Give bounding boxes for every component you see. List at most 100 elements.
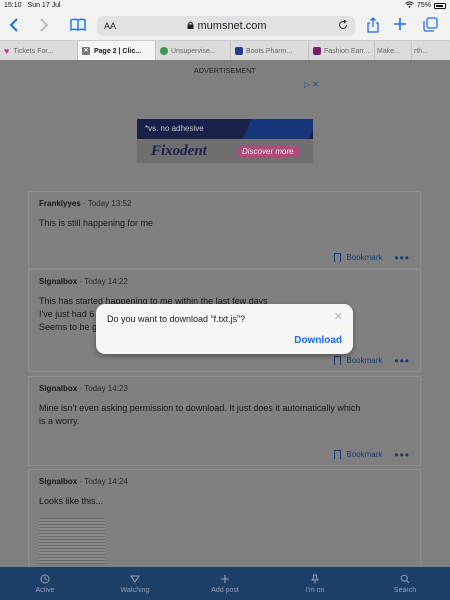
plus-icon [394, 18, 406, 30]
post-author[interactable]: Signalbox [39, 384, 77, 393]
tab-unsupervised[interactable]: Unsupervise... [156, 41, 231, 61]
wifi-icon [405, 1, 414, 10]
nav-active[interactable]: Active [15, 574, 75, 594]
attached-image-thumbnail[interactable] [39, 518, 105, 564]
bookmark-button[interactable]: Bookmark [334, 450, 382, 459]
post-actions: Bookmark ••• [334, 252, 410, 264]
reload-icon [338, 19, 348, 29]
more-options-button[interactable]: ••• [394, 252, 410, 264]
text-size-button[interactable]: AA [97, 21, 116, 31]
bookmark-label: Bookmark [346, 356, 383, 365]
post-line: Looks like this... [39, 496, 104, 506]
browser-toolbar: AA mumsnet.com [0, 11, 450, 40]
heart-icon: ♥ [4, 46, 10, 56]
tab-rth[interactable]: rth... [412, 41, 450, 61]
nav-label: I'm on [305, 586, 325, 594]
watch-icon [130, 574, 140, 587]
tab-label: Fashion Earr... [324, 47, 370, 55]
new-tab-button[interactable] [388, 17, 412, 34]
download-prompt-text: Do you want to download “f.txt.js”? [107, 314, 246, 324]
pin-icon [310, 574, 320, 587]
favicon-icon [313, 47, 321, 55]
post-time: Today 14:22 [84, 277, 128, 286]
nav-add-post[interactable]: Add post [195, 574, 255, 594]
post-line: is a worry. [39, 416, 80, 426]
tab-label: Tickets For... [13, 47, 54, 55]
bookmarks-button[interactable] [66, 18, 90, 34]
post-author[interactable]: Signalbox [39, 477, 77, 486]
address-domain: mumsnet.com [197, 20, 267, 32]
nav-label: Active [35, 586, 55, 594]
search-icon [400, 574, 410, 587]
address-text: mumsnet.com [116, 20, 338, 32]
bottom-navigation: Active Watching Add post I'm on Search [0, 567, 450, 600]
tab-label: Make... [377, 47, 400, 55]
reload-button[interactable] [338, 19, 355, 33]
back-button[interactable] [2, 18, 26, 35]
plus-icon [220, 574, 230, 587]
ad-stripe-accent [242, 119, 313, 139]
nav-label: Add post [211, 586, 239, 594]
tab-strip: ♥ Tickets For... ✕ Page 2 | Clic... Unsu… [0, 40, 450, 61]
nav-label: Search [393, 586, 417, 594]
download-button[interactable]: Download [294, 335, 342, 346]
post-header: Franklyyes · Today 13:52 [39, 199, 132, 208]
chevron-right-icon [40, 18, 49, 32]
post-header: Signalbox · Today 14:24 [39, 477, 128, 486]
favicon-icon [235, 47, 243, 55]
clock-icon [40, 574, 50, 587]
tab-make[interactable]: Make... [375, 41, 412, 61]
status-date: Sun 17 Jul [27, 2, 61, 9]
tab-label: rth... [414, 47, 429, 55]
tab-label: Boots Pharm... [246, 47, 293, 55]
post-actions: Bookmark ••• [334, 449, 410, 461]
ad-banner[interactable]: *vs. no adhesive Fixodent Discover more [137, 119, 313, 163]
tab-label: Unsupervise... [171, 47, 216, 55]
post-actions: Bookmark ••• [334, 355, 410, 367]
tabs-icon [422, 17, 438, 32]
close-tab-icon[interactable]: ✕ [82, 47, 90, 55]
post-time: Today 14:23 [84, 384, 128, 393]
post-author[interactable]: Signalbox [39, 277, 77, 286]
status-bar: 15:10 Sun 17 Jul 75% [0, 0, 450, 11]
tab-fashion[interactable]: Fashion Earr... [309, 41, 375, 61]
book-icon [70, 18, 86, 32]
nav-search[interactable]: Search [375, 574, 435, 594]
post-body: Looks like this... [39, 495, 410, 508]
nav-watching[interactable]: Watching [105, 574, 165, 594]
nav-im-on[interactable]: I'm on [285, 574, 345, 594]
nav-label: Watching [120, 586, 150, 594]
post-header: Signalbox · Today 14:22 [39, 277, 128, 286]
bookmark-icon [334, 356, 342, 365]
tabs-overview-button[interactable] [418, 17, 442, 35]
post-line: This is still happening for me [39, 218, 154, 228]
address-bar[interactable]: AA mumsnet.com [97, 16, 355, 36]
ad-label: ADVERTISEMENT [194, 68, 256, 75]
favicon-icon [160, 47, 168, 55]
more-options-button[interactable]: ••• [394, 355, 410, 367]
bookmark-icon [334, 253, 342, 262]
post-card: Signalbox · Today 14:24 Looks like this.… [28, 469, 421, 567]
tab-page-2[interactable]: ✕ Page 2 | Clic... [78, 41, 156, 61]
tab-boots[interactable]: Boots Pharm... [231, 41, 309, 61]
more-options-button[interactable]: ••• [394, 449, 410, 461]
post-line: Mine isn't even asking permission to dow… [39, 403, 361, 413]
bookmark-button[interactable]: Bookmark [334, 356, 382, 365]
bookmark-button[interactable]: Bookmark [334, 253, 382, 262]
tab-tickets[interactable]: ♥ Tickets For... [0, 41, 78, 61]
bookmark-icon [334, 450, 342, 459]
post-card: Signalbox · Today 14:23 Mine isn't even … [28, 376, 421, 466]
forward-button[interactable] [32, 18, 56, 35]
status-time: 15:10 [4, 2, 22, 9]
bookmark-label: Bookmark [346, 253, 383, 262]
tab-label: Page 2 | Clic... [94, 47, 142, 55]
download-dialog: Do you want to download “f.txt.js”? ✕ Do… [96, 304, 353, 354]
battery-percent: 75% [416, 2, 431, 9]
post-author[interactable]: Franklyyes [39, 199, 81, 208]
post-body: This is still happening for me [39, 217, 410, 230]
post-card: Franklyyes · Today 13:52 This is still h… [28, 191, 421, 269]
share-button[interactable] [361, 17, 385, 36]
close-icon[interactable]: ✕ [334, 310, 343, 323]
ad-cta-button[interactable]: Discover more [237, 146, 299, 157]
ad-choices-icon[interactable]: ▷ ✕ [304, 80, 319, 89]
